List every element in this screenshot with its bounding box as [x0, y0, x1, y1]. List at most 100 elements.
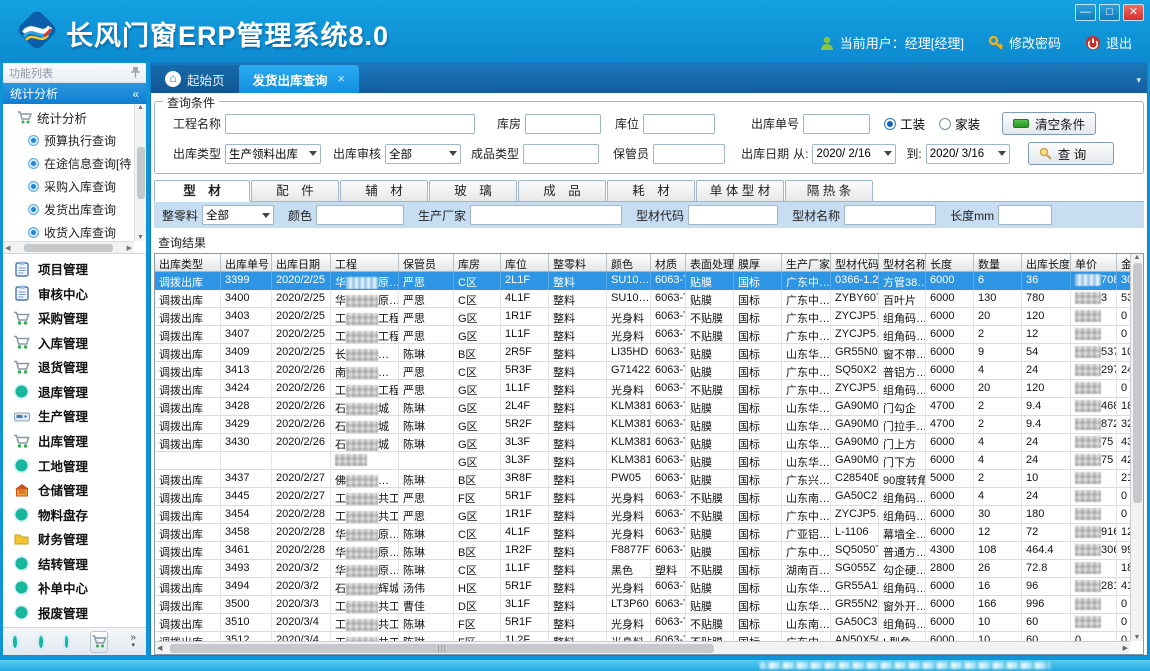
module-入库管理[interactable]: 入库管理 [3, 330, 146, 354]
product-type-input[interactable] [523, 144, 599, 164]
table-row[interactable]: G区3L3F整料KLM38176063-T5贴膜国标山东华…GA90M09…门下… [155, 452, 1130, 470]
column-header-数量[interactable]: 数量 [974, 254, 1022, 271]
module-项目管理[interactable]: 项目管理 [3, 257, 146, 281]
table-row[interactable]: 调拨出库35122020/3/4工共工程陈琳F区1L2F整料光身料6063-T5… [155, 632, 1130, 641]
table-row[interactable]: 调拨出库34092020/2/25长…陈琳B区2R5F整料LI35HD6063-… [155, 344, 1130, 362]
table-row[interactable]: 调拨出库35102020/3/4工共工程陈琳F区5R1F整料光身料6063-T5… [155, 614, 1130, 632]
table-row[interactable]: 调拨出库34942020/3/2石辉城汤伟H区5R1F整料光身料6063-T5贴… [155, 578, 1130, 596]
sidebar-more-button[interactable]: » ▾ [130, 634, 136, 650]
table-row[interactable]: 调拨出库34372020/2/27佛…陈琳B区3R8F整料PW056063-T5… [155, 470, 1130, 488]
module-dot-icon[interactable] [39, 636, 43, 648]
table-row[interactable]: 调拨出库34932020/3/2华原…陈琳C区1L1F整料黑色塑料不贴膜国标湖南… [155, 560, 1130, 578]
column-header-表面处理[interactable]: 表面处理 [686, 254, 734, 271]
table-row[interactable]: 调拨出库34072020/2/25工工程严思G区1L1F整料光身料6063-T5… [155, 326, 1130, 344]
table-row[interactable]: 调拨出库34542020/2/28工共工程严思G区1R1F整料光身料6063-T… [155, 506, 1130, 524]
length-input[interactable] [998, 205, 1052, 225]
column-header-整零料[interactable]: 整零料 [549, 254, 607, 271]
table-row[interactable]: 调拨出库34282020/2/26石城陈琳G区2L4F整料KLM38176063… [155, 398, 1130, 416]
column-header-出库长度[interactable]: 出库长度 [1022, 254, 1071, 271]
material-tab-耗材[interactable]: 耗 材 [607, 180, 695, 201]
material-tab-成品[interactable]: 成 品 [518, 180, 606, 201]
table-row[interactable]: 调拨出库34032020/2/25工工程严思G区1R1F整料光身料6063-T5… [155, 308, 1130, 326]
module-补单中心[interactable]: 补单中心 [3, 576, 146, 600]
search-button[interactable]: 查 询 [1028, 142, 1114, 165]
manufacturer-input[interactable] [470, 205, 622, 225]
scroll-up-icon[interactable]: ▲ [137, 104, 144, 111]
out-audit-select[interactable]: 全部 [385, 144, 461, 164]
module-采购管理[interactable]: 采购管理 [3, 306, 146, 330]
column-header-保管员[interactable]: 保管员 [399, 254, 454, 271]
tree-item-采购入库查询[interactable]: 采购入库查询 [3, 175, 134, 198]
column-header-金额[interactable]: 金额 [1117, 254, 1130, 271]
tab-shipment-out-query[interactable]: 发货出库查询 × [239, 65, 359, 93]
table-row[interactable]: 调拨出库34132020/2/26南…严思C区5R3F整料G714226063-… [155, 362, 1130, 380]
module-退库管理[interactable]: 退库管理 [3, 379, 146, 403]
collapse-icon[interactable]: « [132, 87, 139, 101]
column-header-出库类型[interactable]: 出库类型 [155, 254, 221, 271]
tree-item-预算执行查询[interactable]: 预算执行查询 [3, 129, 134, 152]
scroll-down-icon[interactable]: ▼ [1134, 634, 1141, 641]
profile-code-input[interactable] [688, 205, 778, 225]
module-退货管理[interactable]: 退货管理 [3, 355, 146, 379]
radio-jiazhuang[interactable]: 家装 [939, 114, 980, 133]
maximize-button[interactable]: □ [1099, 4, 1120, 21]
material-tab-隔热条[interactable]: 隔 热 条 [785, 180, 873, 201]
column-header-出库日期[interactable]: 出库日期 [272, 254, 331, 271]
table-row[interactable]: 调拨出库33992020/2/25华原…严思C区2L1F整料SU10…6063-… [155, 272, 1130, 290]
module-dot-icon[interactable] [65, 636, 69, 648]
table-row[interactable]: 调拨出库34452020/2/27工共工程严思F区5R1F整料光身料6063-T… [155, 488, 1130, 506]
whole-piece-select[interactable]: 全部 [202, 205, 274, 225]
project-name-input[interactable] [225, 114, 475, 134]
tab-close-icon[interactable]: × [338, 72, 345, 86]
column-header-颜色[interactable]: 颜色 [607, 254, 651, 271]
module-物料盘存[interactable]: 物料盘存 [3, 502, 146, 526]
module-出库管理[interactable]: 出库管理 [3, 429, 146, 453]
logout-button[interactable]: 退出 [1085, 33, 1132, 52]
module-财务管理[interactable]: 财务管理 [3, 527, 146, 551]
tree-root[interactable]: 统计分析 [3, 104, 134, 129]
module-报废管理[interactable]: 报废管理 [3, 600, 146, 624]
out-type-select[interactable]: 生产领料出库 [225, 144, 321, 164]
radio-gongzhuang[interactable]: 工装 [884, 114, 925, 133]
table-row[interactable]: 调拨出库34612020/2/28华原…陈琳B区1R2F整料F8877FT606… [155, 542, 1130, 560]
warehouse-input[interactable] [525, 114, 601, 134]
column-header-型材名称[interactable]: 型材名称 [879, 254, 926, 271]
table-row[interactable]: 调拨出库34302020/2/26石城陈琳G区3L3F整料KLM38176063… [155, 434, 1130, 452]
column-header-工程[interactable]: 工程 [331, 254, 399, 271]
material-tab-型材[interactable]: 型 材 [154, 180, 250, 202]
tabbar-dropdown-icon[interactable]: ▾ [1136, 75, 1141, 86]
module-审核中心[interactable]: 审核中心 [3, 281, 146, 305]
color-input[interactable] [316, 205, 404, 225]
scroll-right-icon[interactable]: ▶ [1123, 644, 1128, 652]
keeper-input[interactable] [653, 144, 725, 164]
tree-vertical-scrollbar[interactable]: ▲ ▼ [134, 104, 146, 241]
column-header-单价[interactable]: 单价 [1071, 254, 1117, 271]
table-row[interactable]: 调拨出库34242020/2/26工工程严思G区1L1F整料光身料6063-T5… [155, 380, 1130, 398]
table-horizontal-scrollbar[interactable]: ◀ ||| ▶ [155, 641, 1130, 654]
module-结转管理[interactable]: 结转管理 [3, 551, 146, 575]
module-生产管理[interactable]: 生产管理 [3, 404, 146, 428]
table-row[interactable]: 调拨出库35002020/3/3工共工程曹佳D区3L1F整料LT3P606063… [155, 596, 1130, 614]
table-row[interactable]: 调拨出库34002020/2/25华原…严思C区4L1F整料SU10…6063-… [155, 290, 1130, 308]
scroll-left-icon[interactable]: ◀ [5, 244, 10, 252]
scroll-up-icon[interactable]: ▲ [1134, 254, 1141, 261]
pin-icon[interactable] [131, 67, 140, 78]
minimize-button[interactable]: — [1075, 4, 1096, 21]
tree-item-在途信息查询待[interactable]: 在途信息查询[待 [3, 152, 134, 175]
column-header-生产厂家[interactable]: 生产厂家 [782, 254, 831, 271]
tree-item-发货出库查询[interactable]: 发货出库查询 [3, 198, 134, 221]
column-header-长度[interactable]: 长度 [926, 254, 974, 271]
column-header-库房[interactable]: 库房 [454, 254, 501, 271]
column-header-型材代码[interactable]: 型材代码 [831, 254, 879, 271]
table-row[interactable]: 调拨出库34582020/2/28华原…陈琳C区4L1F整料光身料6063-T5… [155, 524, 1130, 542]
clear-conditions-button[interactable]: 清空条件 [1002, 112, 1096, 135]
scroll-left-icon[interactable]: ◀ [157, 644, 162, 652]
module-仓储管理[interactable]: 仓储管理 [3, 478, 146, 502]
module-dot-icon[interactable] [13, 636, 17, 648]
tab-home[interactable]: ⌂ 起始页 [151, 65, 239, 93]
change-password-button[interactable]: 修改密码 [988, 33, 1061, 52]
column-header-出库单号[interactable]: 出库单号 [221, 254, 272, 271]
date-from-select[interactable]: 2020/ 2/16 [812, 144, 896, 164]
column-header-膜厚[interactable]: 膜厚 [734, 254, 782, 271]
material-tab-配件[interactable]: 配 件 [251, 180, 339, 201]
